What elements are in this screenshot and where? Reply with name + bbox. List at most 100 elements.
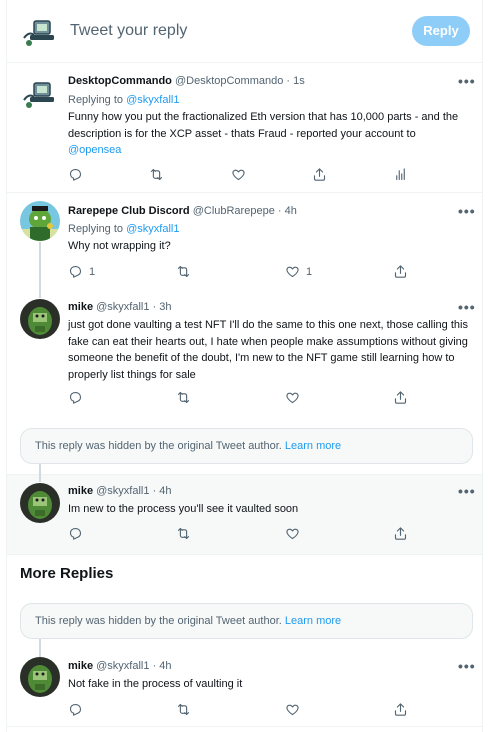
handle[interactable]: @skyxfall1 — [96, 301, 149, 313]
avatar-desktopcommando[interactable] — [20, 74, 60, 114]
timestamp[interactable]: · 1s — [286, 75, 304, 87]
like-icon — [232, 169, 245, 181]
like-action[interactable] — [285, 702, 300, 717]
display-name[interactable]: Rarepepe Club Discord — [68, 205, 190, 217]
retweet-icon — [177, 391, 190, 404]
replying-to: Replying to @skyxfall1 — [68, 223, 179, 235]
replying-label: Replying to — [68, 94, 124, 106]
replying-to: Replying to @skyxfall1 — [68, 94, 179, 106]
tweet-text: Im new to the process you'll see it vaul… — [68, 503, 299, 515]
share-icon — [394, 391, 407, 404]
display-name[interactable]: mike — [68, 660, 93, 672]
retweet-icon — [150, 168, 163, 181]
avatar-rarepepe[interactable] — [20, 201, 60, 241]
more-replies-heading: More Replies — [20, 565, 114, 582]
more-icon[interactable]: ••• — [458, 299, 476, 315]
handle[interactable]: @skyxfall1 — [96, 485, 149, 497]
divider — [7, 62, 482, 63]
handle[interactable]: @ClubRarepepe — [193, 205, 275, 217]
display-name[interactable]: DesktopCommando — [68, 75, 172, 87]
share-icon — [394, 265, 407, 278]
tweet-header: mike @skyxfall1 · 3h — [68, 301, 172, 313]
reply-action[interactable] — [68, 526, 83, 541]
hidden-reply-text: This reply was hidden by the original Tw… — [35, 615, 282, 627]
learn-more-link[interactable]: Learn more — [285, 615, 341, 627]
like-icon — [286, 528, 299, 540]
avatar-desktopcommando[interactable] — [20, 12, 60, 52]
reply-icon — [69, 391, 82, 404]
share-action[interactable] — [312, 167, 327, 182]
divider — [7, 474, 482, 475]
tweet-header: mike @skyxfall1 · 4h — [68, 485, 172, 497]
reply-icon — [69, 168, 82, 181]
retweet-action[interactable] — [176, 526, 191, 541]
timestamp[interactable]: · 3h — [153, 301, 172, 313]
retweet-action[interactable] — [176, 390, 191, 405]
tweet-header: mike @skyxfall1 · 4h — [68, 660, 172, 672]
mention-link[interactable]: @skyxfall1 — [126, 223, 179, 235]
like-action[interactable]: 1 — [285, 264, 312, 279]
avatar-mike[interactable] — [20, 483, 60, 523]
tweet-text: Funny how you put the fractionalized Eth… — [68, 109, 468, 159]
retweet-icon — [177, 527, 190, 540]
handle[interactable]: @DesktopCommando — [175, 75, 283, 87]
display-name[interactable]: mike — [68, 301, 93, 313]
more-icon[interactable]: ••• — [458, 483, 476, 499]
analytics-action[interactable] — [393, 167, 408, 182]
share-icon — [394, 527, 407, 540]
reply-button[interactable]: Reply — [412, 16, 470, 46]
divider — [7, 726, 482, 727]
display-name[interactable]: mike — [68, 485, 93, 497]
share-action[interactable] — [393, 702, 408, 717]
tweet-text: Why not wrapping it? — [68, 240, 171, 252]
tweet-text-main: Funny how you put the fractionalized Eth… — [68, 111, 459, 140]
like-icon — [286, 392, 299, 404]
analytics-icon — [396, 168, 405, 181]
share-action[interactable] — [393, 390, 408, 405]
handle[interactable]: @skyxfall1 — [96, 660, 149, 672]
reply-icon — [69, 527, 82, 540]
avatar-mike[interactable] — [20, 657, 60, 697]
hidden-reply-notice: This reply was hidden by the original Tw… — [20, 603, 473, 639]
timestamp[interactable]: · 4h — [153, 660, 172, 672]
reply-icon — [69, 703, 82, 716]
hidden-reply-notice: This reply was hidden by the original Tw… — [20, 428, 473, 464]
timestamp[interactable]: · 4h — [278, 205, 297, 217]
share-action[interactable] — [393, 264, 408, 279]
share-icon — [394, 703, 407, 716]
reply-icon — [69, 265, 82, 278]
share-icon — [313, 168, 326, 181]
like-icon — [286, 266, 299, 278]
like-icon — [286, 704, 299, 716]
tweet-header: Rarepepe Club Discord @ClubRarepepe · 4h — [68, 205, 297, 217]
retweet-action[interactable] — [176, 702, 191, 717]
replying-label: Replying to — [68, 223, 124, 235]
tweet-header: DesktopCommando @DesktopCommando · 1s — [68, 75, 305, 87]
like-action[interactable] — [285, 390, 300, 405]
reply-action[interactable] — [68, 702, 83, 717]
more-icon[interactable]: ••• — [458, 203, 476, 219]
retweet-action[interactable] — [149, 167, 164, 182]
reply-action[interactable] — [68, 167, 83, 182]
retweet-action[interactable] — [176, 264, 191, 279]
like-count: 1 — [306, 265, 313, 278]
reply-action[interactable]: 1 — [68, 264, 95, 279]
thread-connector — [39, 464, 41, 482]
timestamp[interactable]: · 4h — [153, 485, 172, 497]
share-action[interactable] — [393, 526, 408, 541]
like-action[interactable] — [285, 526, 300, 541]
more-icon[interactable]: ••• — [458, 73, 476, 89]
mention-link[interactable]: @opensea — [68, 144, 121, 156]
learn-more-link[interactable]: Learn more — [285, 440, 341, 452]
divider — [7, 554, 482, 555]
like-action[interactable] — [231, 167, 246, 182]
reply-count: 1 — [89, 265, 96, 278]
tweet-text: Not fake in the process of vaulting it — [68, 678, 243, 690]
thread-connector — [39, 639, 41, 657]
avatar-mike[interactable] — [20, 299, 60, 339]
more-icon[interactable]: ••• — [458, 658, 476, 674]
hidden-reply-text: This reply was hidden by the original Tw… — [35, 440, 282, 452]
reply-input[interactable]: Tweet your reply — [70, 22, 187, 40]
reply-action[interactable] — [68, 390, 83, 405]
mention-link[interactable]: @skyxfall1 — [126, 94, 179, 106]
